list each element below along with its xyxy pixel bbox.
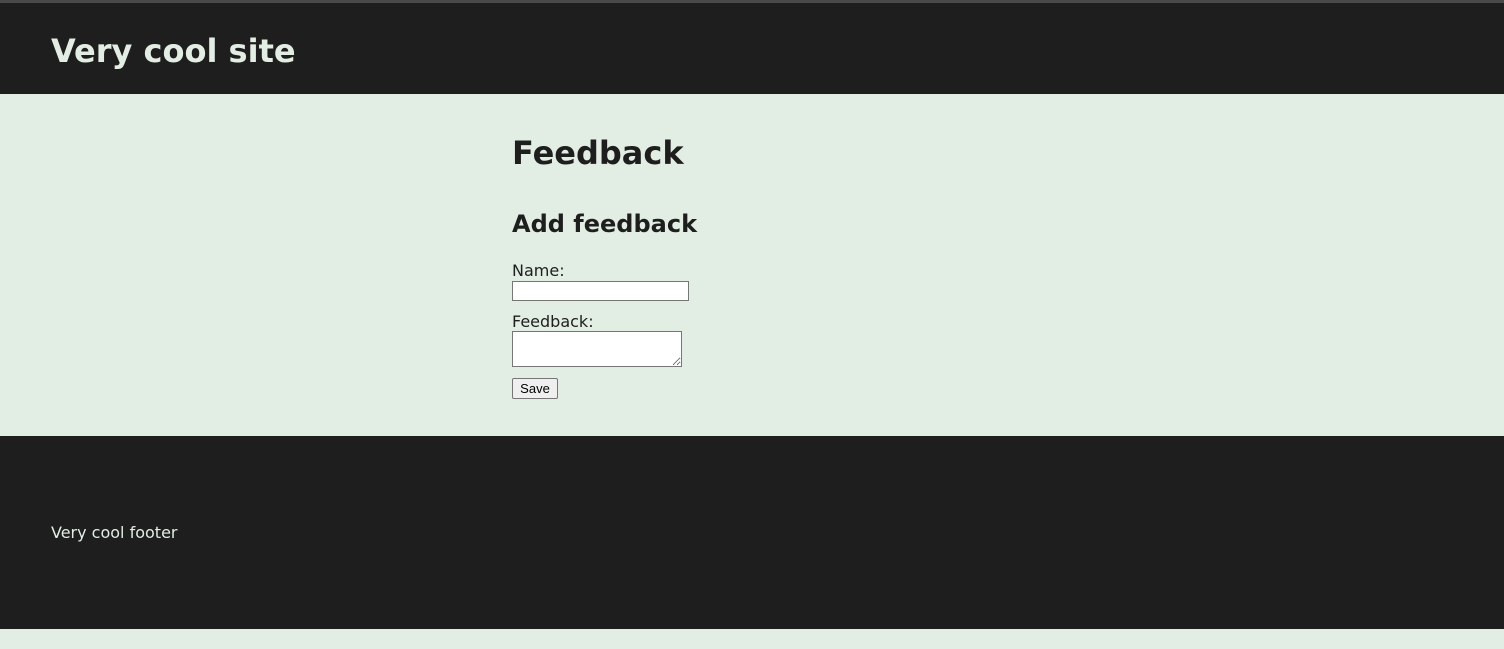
site-header: Very cool site bbox=[0, 3, 1504, 94]
main-content: Feedback Add feedback Name: Feedback: Sa… bbox=[0, 94, 1504, 436]
name-input[interactable] bbox=[512, 281, 689, 301]
add-feedback-heading: Add feedback bbox=[512, 210, 698, 238]
feedback-label: Feedback: bbox=[512, 312, 594, 331]
site-footer: Very cool footer bbox=[0, 436, 1504, 629]
feedback-textarea[interactable] bbox=[512, 331, 682, 367]
site-title[interactable]: Very cool site bbox=[51, 29, 296, 73]
footer-text: Very cool footer bbox=[51, 523, 178, 542]
page-title: Feedback bbox=[512, 134, 684, 172]
name-label: Name: bbox=[512, 261, 565, 280]
save-button[interactable]: Save bbox=[512, 378, 558, 399]
